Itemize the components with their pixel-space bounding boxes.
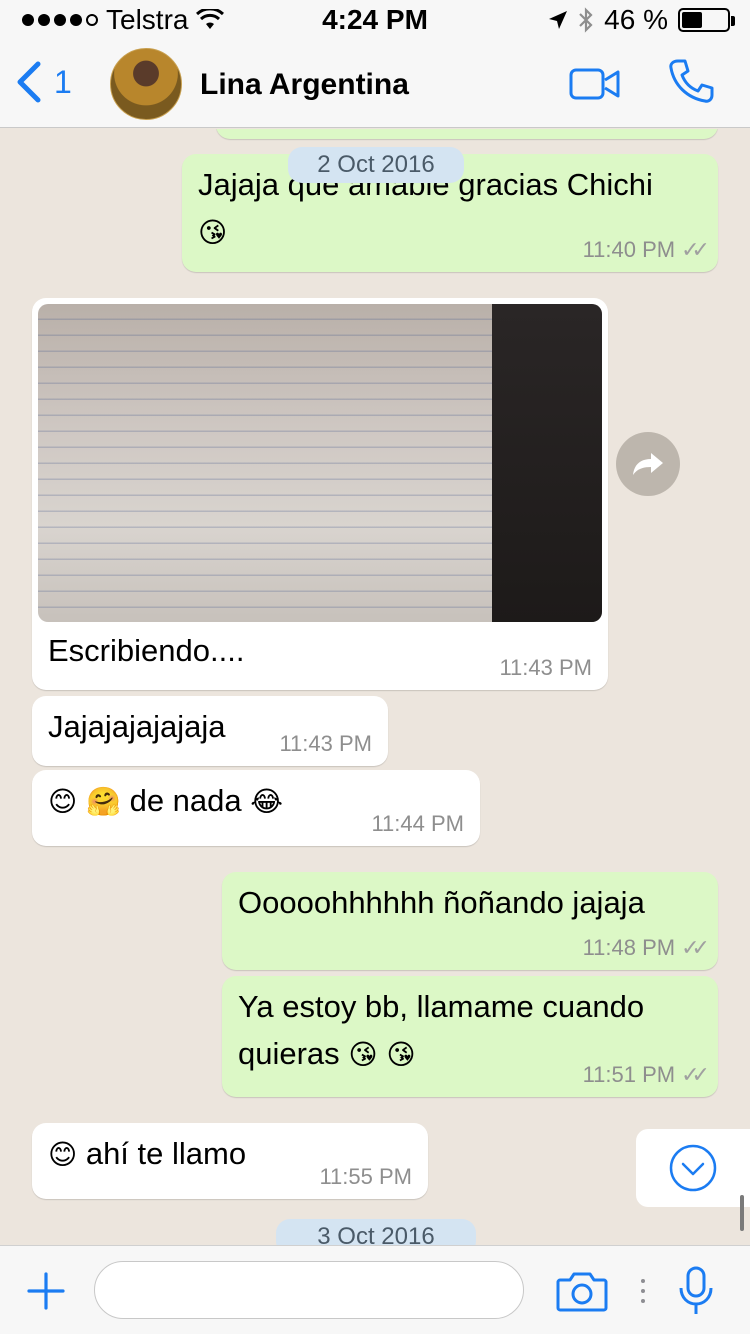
kiss-emoji: 😘 [198, 215, 228, 249]
outgoing-message-bubble[interactable]: Ooooohhhhhh ñoñando jajaja 11:48 PM ✓✓ [222, 872, 718, 970]
notebook-lines [38, 304, 498, 622]
back-chevron-icon [17, 61, 41, 103]
contact-avatar[interactable] [110, 48, 182, 120]
back-button[interactable]: 1 [14, 60, 72, 104]
contact-name[interactable]: Lina Argentina [200, 68, 409, 102]
outgoing-message-bubble[interactable]: Ya estoy bb, llamame cuando quieras 😘 😘 … [222, 976, 718, 1097]
back-count: 1 [54, 63, 72, 100]
message-meta: 11:40 PM ✓✓ [582, 233, 710, 266]
incoming-message-bubble[interactable]: 😊 ahí te llamo 11:55 PM [32, 1123, 428, 1199]
incoming-photo-message[interactable]: Escribiendo.... 11:43 PM [32, 298, 608, 690]
battery-level [682, 12, 703, 28]
message-time: 11:44 PM [371, 811, 464, 836]
battery-icon [678, 8, 735, 32]
incoming-message-bubble[interactable]: 😊 🤗 de nada 😂 11:44 PM [32, 770, 480, 846]
more-options-icon[interactable] [641, 1279, 645, 1303]
read-ticks-icon: ✓✓ [681, 1062, 710, 1087]
message-input[interactable] [94, 1261, 524, 1319]
message-time: 11:43 PM [499, 655, 592, 680]
plus-icon[interactable] [26, 1271, 66, 1311]
scroll-to-bottom-button[interactable] [636, 1129, 750, 1207]
date-separator: 3 Oct 2016 [276, 1219, 476, 1245]
laughing-emoji: 😂 [250, 785, 283, 818]
message-time: 11:51 PM [582, 1062, 676, 1087]
message-meta: 11:51 PM ✓✓ [582, 1058, 710, 1091]
message-time: 11:43 PM [279, 731, 372, 756]
date-separator: 2 Oct 2016 [288, 147, 464, 183]
microphone-icon[interactable] [678, 1266, 714, 1318]
kiss-emoji: 😘 😘 [348, 1037, 416, 1071]
location-arrow-icon [549, 11, 568, 29]
message-time: 11:40 PM [582, 237, 676, 262]
message-meta: 11:48 PM ✓✓ [582, 931, 710, 964]
chat-area[interactable]: Jajaja que amable gracias Chichi 😘 11:40… [0, 129, 750, 1245]
smile-hug-emoji: 😊 🤗 [48, 785, 121, 818]
status-right: 46 % [548, 4, 735, 36]
video-call-icon[interactable] [569, 67, 621, 101]
message-time: 11:55 PM [319, 1164, 412, 1189]
status-bar: Telstra 4:24 PM 46 % [0, 0, 750, 40]
message-text: Jajajajajajaja [48, 709, 226, 744]
input-bar [0, 1245, 750, 1334]
read-ticks-icon: ✓✓ [681, 237, 710, 262]
phone-call-icon[interactable] [668, 58, 714, 104]
scrollbar[interactable] [740, 1195, 744, 1231]
bluetooth-icon [579, 7, 593, 33]
camera-icon[interactable] [556, 1270, 608, 1312]
message-text: Ooooohhhhhh ñoñando jajaja [238, 885, 645, 920]
forward-arrow-icon [633, 453, 663, 475]
read-ticks-icon: ✓✓ [681, 935, 710, 960]
chevron-down-circle-icon [669, 1144, 717, 1192]
photo-thumbnail[interactable] [38, 304, 602, 622]
previous-message-bubble[interactable] [216, 129, 718, 139]
message-time: 11:48 PM [582, 935, 676, 960]
message-text: 😊 🤗 de nada 😂 [48, 783, 283, 818]
incoming-message-bubble[interactable]: Jajajajajajaja 11:43 PM [32, 696, 388, 766]
chat-header: 1 Lina Argentina [0, 40, 750, 128]
photo-caption: Escribiendo.... [48, 633, 245, 668]
battery-percent: 46 % [604, 4, 668, 35]
photo-shadow-area [492, 304, 602, 622]
smile-emoji: 😊 [48, 1138, 78, 1171]
message-text: 😊 ahí te llamo [48, 1136, 247, 1171]
forward-button[interactable] [616, 432, 680, 496]
